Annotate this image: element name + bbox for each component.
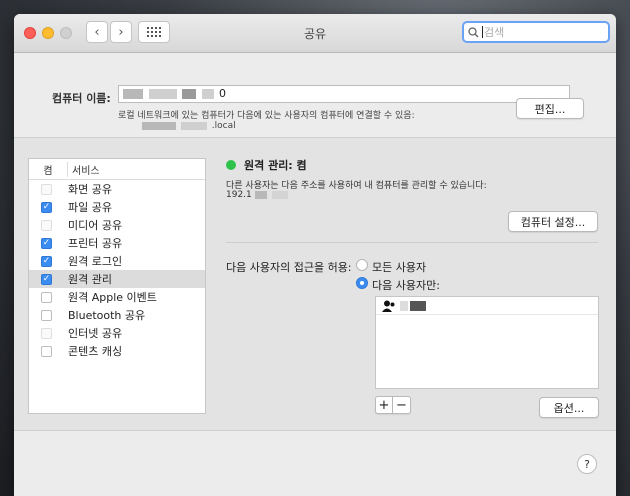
list-item[interactable]: ✓ 원격 관리 — [29, 270, 205, 288]
options-button[interactable]: 옵션... — [539, 397, 599, 418]
search-field[interactable]: 검색 — [462, 21, 610, 43]
list-item[interactable]: 원격 Apple 이벤트 — [29, 288, 205, 306]
service-checkbox[interactable] — [41, 345, 52, 357]
list-item[interactable]: 미디어 공유 — [29, 216, 205, 234]
user-icon — [382, 300, 395, 312]
bottom-bar — [14, 431, 616, 496]
divider — [226, 242, 598, 243]
service-checkbox[interactable] — [41, 219, 52, 231]
service-checkbox[interactable]: ✓ — [41, 255, 52, 267]
service-label: 원격 Apple 이벤트 — [68, 291, 157, 304]
service-label: 원격 관리 — [68, 273, 112, 286]
service-label: 화면 공유 — [68, 183, 112, 196]
service-checkbox[interactable] — [41, 183, 52, 195]
edit-button[interactable]: 편집... — [516, 98, 584, 119]
add-remove-controls: + − — [375, 396, 411, 414]
list-item[interactable]: ✓ 파일 공유 — [29, 198, 205, 216]
list-item[interactable]: 화면 공유 — [29, 180, 205, 198]
service-checkbox[interactable]: ✓ — [41, 273, 52, 285]
service-label: 프린터 공유 — [68, 237, 123, 250]
search-icon — [468, 26, 479, 37]
remote-address-visible: 192.1 — [226, 190, 252, 200]
list-item[interactable]: 인터넷 공유 — [29, 324, 205, 342]
remote-address: 192.1 — [226, 190, 290, 200]
list-item[interactable]: ✓ 프린터 공유 — [29, 234, 205, 252]
local-hostname: .local — [142, 121, 236, 131]
redacted-text — [148, 89, 177, 99]
service-checkbox[interactable] — [41, 291, 52, 303]
service-label: Bluetooth 공유 — [68, 309, 146, 322]
checkmark-icon: ✓ — [42, 274, 51, 284]
service-checkbox[interactable] — [41, 309, 52, 321]
status-title: 원격 관리: 켬 — [244, 159, 307, 172]
computer-name-value: 0 — [219, 87, 226, 100]
allow-access-label: 다음 사용자의 접근을 허용: — [226, 261, 352, 274]
service-rows: 화면 공유 ✓ 파일 공유 미디어 공유 ✓ 프린터 공유 ✓ 원격 로그인 ✓ 원격 관리 원격 … — [29, 180, 205, 360]
redacted-text — [400, 300, 408, 311]
service-label: 원격 로그인 — [68, 255, 123, 268]
title-bar: ‹ › 공유 검색 — [14, 14, 616, 53]
service-label: 콘텐츠 캐싱 — [68, 345, 123, 358]
computer-name-label: 컴퓨터 이름: — [52, 92, 111, 105]
computer-settings-button[interactable]: 컴퓨터 설정... — [508, 211, 598, 232]
redacted-text — [410, 300, 426, 311]
radio-all-users[interactable] — [356, 259, 368, 271]
redacted-text — [180, 121, 207, 130]
radio-all-users-label: 모든 사용자 — [372, 261, 427, 274]
list-item[interactable]: ✓ 원격 로그인 — [29, 252, 205, 270]
local-hostname-suffix: .local — [211, 121, 236, 131]
column-header-service: 서비스 — [67, 161, 100, 177]
service-label: 파일 공유 — [68, 201, 112, 214]
column-header-on: 켬 — [43, 165, 53, 177]
list-item[interactable] — [376, 297, 598, 315]
list-item[interactable]: Bluetooth 공유 — [29, 306, 205, 324]
redacted-text — [142, 121, 176, 130]
redacted-text — [182, 89, 196, 99]
redacted-text — [201, 89, 214, 99]
service-checkbox[interactable]: ✓ — [41, 201, 52, 213]
local-address-info: 로컬 네트워크에 있는 컴퓨터가 다음에 있는 사용자의 컴퓨터에 연결할 수 … — [118, 111, 415, 121]
allowed-users-list[interactable] — [375, 296, 599, 389]
service-label: 미디어 공유 — [68, 219, 123, 232]
text-cursor — [482, 26, 483, 38]
radio-only-these-users[interactable] — [356, 277, 368, 289]
services-list: 켬 서비스 화면 공유 ✓ 파일 공유미디어 공유 ✓ 프린터 공유 ✓ 원격 로그인 ✓ 원격… — [28, 158, 206, 414]
checkmark-icon: ✓ — [42, 202, 51, 212]
sharing-preferences-window: ‹ › 공유 검색 컴퓨터 이름: 0 로컬 네트워크에 있는 컴퓨터가 다음에… — [14, 14, 616, 496]
list-item[interactable]: 콘텐츠 캐싱 — [29, 342, 205, 360]
remove-user-button[interactable]: − — [393, 396, 411, 414]
checkmark-icon: ✓ — [42, 238, 51, 248]
redacted-text — [254, 190, 267, 199]
search-placeholder: 검색 — [484, 26, 505, 39]
status-indicator-dot — [226, 160, 236, 170]
radio-selected-dot — [360, 281, 364, 285]
services-list-header: 켬 서비스 — [29, 159, 205, 180]
checkmark-icon: ✓ — [42, 256, 51, 266]
computer-name-input[interactable]: 0 — [118, 85, 570, 103]
redacted-text — [271, 190, 288, 199]
service-label: 인터넷 공유 — [68, 327, 123, 340]
service-checkbox[interactable]: ✓ — [41, 237, 52, 249]
radio-only-these-users-label: 다음 사용자만: — [372, 279, 440, 292]
service-checkbox[interactable] — [41, 327, 52, 339]
help-button[interactable]: ? — [577, 454, 597, 474]
add-user-button[interactable]: + — [375, 396, 393, 414]
redacted-text — [123, 89, 143, 99]
